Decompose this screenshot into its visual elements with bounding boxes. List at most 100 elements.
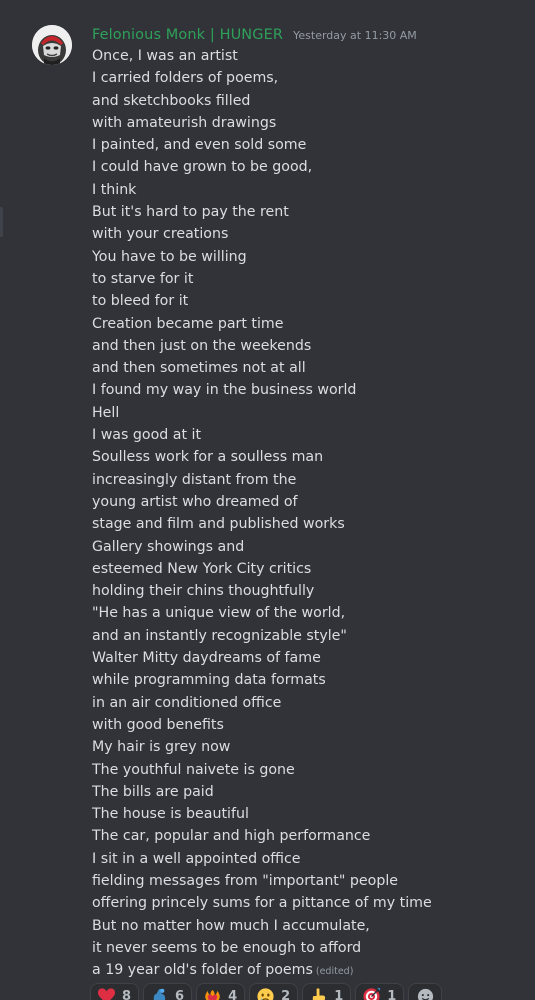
message-line-text: in an air conditioned office [92, 694, 282, 711]
message-line: I was good at it [92, 424, 532, 446]
message-line: But no matter how much I accumulate, [92, 915, 532, 937]
message-line-text: The car, popular and high performance [92, 828, 371, 845]
message-line: Walter Mitty daydreams of fame [92, 647, 532, 669]
message-line-text: I could have grown to be good, [92, 159, 313, 176]
message-line: esteemed New York City critics [92, 558, 532, 580]
reaction-count: 1 [387, 988, 397, 1000]
message-line-text: Creation became part time [92, 315, 284, 332]
reaction-count: 6 [175, 988, 185, 1000]
message-line: stage and film and published works [92, 513, 532, 535]
red-heart-icon [97, 987, 116, 1000]
message-line-text: young artist who dreamed of [92, 493, 298, 510]
direct-hit-icon [362, 987, 381, 1000]
message-line: The house is beautiful [92, 803, 532, 825]
message-line: in an air conditioned office [92, 692, 532, 714]
message-line: holding their chins thoughtfully [92, 580, 532, 602]
message-line-text: The youthful naivete is gone [92, 761, 295, 778]
heart-on-fire-icon [203, 987, 222, 1000]
reaction-button[interactable]: 6 [143, 983, 193, 1000]
message-line-text: while programming data formats [92, 672, 326, 689]
message-line: with good benefits [92, 714, 532, 736]
message-line: I sit in a well appointed office [92, 848, 532, 870]
blue-flexed-arm-icon [150, 987, 169, 1000]
message-line: it never seems to be enough to afford [92, 937, 532, 959]
message-line: a 19 year old's folder of poems (edited) [92, 959, 532, 981]
message-line-text: I painted, and even sold some [92, 137, 307, 154]
reaction-button[interactable]: 4 [196, 983, 246, 1000]
message-line-text: and an instantly recognizable style" [92, 627, 347, 644]
message-line: The youthful naivete is gone [92, 759, 532, 781]
message-line-text: The house is beautiful [92, 806, 249, 823]
reaction-button[interactable]: 1 [355, 983, 405, 1000]
message-line: Once, I was an artist [92, 45, 532, 67]
reaction-count: 1 [334, 988, 344, 1000]
message-line: I could have grown to be good, [92, 156, 532, 178]
message-line-text: But it's hard to pay the rent [92, 204, 289, 221]
message-line: Gallery showings and [92, 536, 532, 558]
message-line-text: with amateurish drawings [92, 114, 277, 131]
pointing-hand-icon [309, 987, 328, 1000]
message-line-text: holding their chins thoughtfully [92, 583, 315, 600]
timestamp[interactable]: Yesterday at 11:30 AM [293, 29, 417, 42]
message-line-text: Once, I was an artist [92, 48, 238, 64]
message-line-text: esteemed New York City critics [92, 560, 312, 577]
message-line-text: But no matter how much I accumulate, [92, 917, 370, 934]
reaction-count: 8 [122, 988, 132, 1000]
message-line-text: offering princely sums for a pittance of… [92, 895, 432, 912]
avatar-image [32, 25, 72, 65]
message-line-text: and sketchbooks filled [92, 92, 251, 109]
message-line-text: Gallery showings and [92, 538, 245, 555]
message-line: and then sometimes not at all [92, 357, 532, 379]
message-line: "He has a unique view of the world, [92, 602, 532, 624]
message-line: and an instantly recognizable style" [92, 625, 532, 647]
message-line-text: The bills are paid [92, 783, 214, 800]
message-line-text: I found my way in the business world [92, 382, 357, 399]
message-line: The bills are paid [92, 781, 532, 803]
crying-face-icon [256, 987, 275, 1000]
message-line-text: to bleed for it [92, 293, 189, 310]
message-line-text: and then sometimes not at all [92, 360, 306, 377]
chat-message: Felonious Monk | HUNGER Yesterday at 11:… [0, 0, 535, 1000]
message-line-text: it never seems to be enough to afford [92, 939, 362, 956]
message-line-text: I think [92, 181, 137, 198]
message-line: and then just on the weekends [92, 335, 532, 357]
reaction-button[interactable]: 2 [249, 983, 299, 1000]
message-line-text: Hell [92, 404, 120, 421]
message-content: Once, I was an artist I carried folders o… [92, 45, 532, 981]
message-line-text: I sit in a well appointed office [92, 850, 301, 867]
edited-label: (edited) [315, 966, 354, 978]
message-line: I found my way in the business world [92, 379, 532, 401]
message-line: My hair is grey now [92, 736, 532, 758]
add-reaction-button[interactable] [408, 983, 443, 1000]
message-line-text: "He has a unique view of the world, [92, 605, 346, 622]
message-line: I think [92, 179, 532, 201]
message-line-text: and then just on the weekends [92, 337, 312, 354]
message-line-text: Walter Mitty daydreams of fame [92, 650, 321, 667]
message-line: to starve for it [92, 268, 532, 290]
message-line-text: Soulless work for a soulless man [92, 449, 324, 466]
message-line: Hell [92, 402, 532, 424]
add-reaction-icon [416, 987, 435, 1000]
reaction-button[interactable]: 1 [302, 983, 352, 1000]
message-line: The car, popular and high performance [92, 825, 532, 847]
message-line: fielding messages from "important" peopl… [92, 870, 532, 892]
message-line: to bleed for it [92, 290, 532, 312]
message-line: You have to be willing [92, 246, 532, 268]
message-line-text: to starve for it [92, 270, 194, 287]
reaction-count: 4 [228, 988, 238, 1000]
username[interactable]: Felonious Monk | HUNGER [92, 27, 283, 43]
reaction-bar: 8 6 4 2 1 1 [90, 983, 443, 1000]
message-line-text: stage and film and published works [92, 516, 345, 533]
message-line: increasingly distant from the [92, 469, 532, 491]
message-line: with your creations [92, 223, 532, 245]
message-line-text: fielding messages from "important" peopl… [92, 872, 398, 889]
reaction-button[interactable]: 8 [90, 983, 140, 1000]
message-line-text: increasingly distant from the [92, 471, 297, 488]
message-line: while programming data formats [92, 669, 532, 691]
message-line: But it's hard to pay the rent [92, 201, 532, 223]
avatar[interactable] [32, 25, 72, 65]
reaction-count: 2 [281, 988, 291, 1000]
message-line-text: I was good at it [92, 427, 202, 444]
message-line-text: You have to be willing [92, 248, 247, 265]
message-line: Soulless work for a soulless man [92, 446, 532, 468]
